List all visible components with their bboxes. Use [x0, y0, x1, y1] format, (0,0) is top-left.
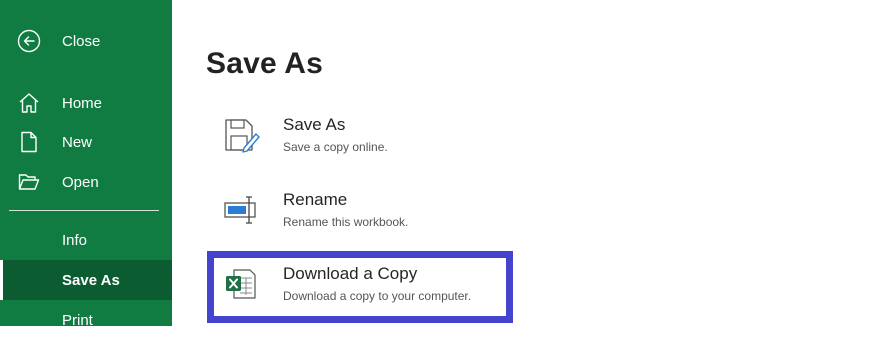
sidebar-item-open[interactable]: Open [0, 162, 172, 202]
option-description: Download a copy to your computer. [283, 289, 472, 303]
new-document-icon [16, 129, 42, 155]
sidebar-item-close[interactable]: Close [0, 21, 172, 61]
option-description: Rename this workbook. [283, 215, 409, 229]
option-description: Save a copy online. [283, 140, 388, 154]
sidebar-item-save-as[interactable]: Save As [0, 260, 172, 300]
download-a-copy-option[interactable]: Download a Copy Download a copy to your … [207, 251, 513, 323]
sidebar-item-label: New [62, 133, 93, 151]
save-as-icon [222, 116, 260, 154]
page-title: Save As [206, 47, 324, 80]
sidebar-item-label: Close [62, 32, 101, 50]
sidebar-item-home[interactable]: Home [0, 83, 172, 123]
rename-option[interactable]: Rename Rename this workbook. [214, 184, 506, 242]
sidebar-item-label: Open [62, 173, 99, 191]
sidebar-item-print[interactable]: Print [0, 300, 172, 340]
sidebar-item-label: Info [62, 231, 88, 249]
home-icon [16, 90, 42, 116]
backstage-sidebar: Close Home New Open Info Save As Print [0, 0, 172, 329]
sidebar-item-label: Save As [62, 271, 120, 289]
option-title: Download a Copy [283, 264, 418, 283]
sidebar-item-label: Home [62, 94, 103, 112]
rename-icon [222, 191, 260, 229]
excel-file-icon [222, 265, 260, 303]
back-arrow-icon [16, 28, 42, 54]
sidebar-item-info[interactable]: Info [0, 220, 172, 260]
save-as-option[interactable]: Save As Save a copy online. [214, 109, 506, 167]
option-title: Save As [283, 115, 346, 134]
sidebar-divider [9, 210, 159, 211]
folder-open-icon [16, 169, 42, 195]
option-title: Rename [283, 190, 348, 209]
sidebar-item-new[interactable]: New [0, 122, 172, 162]
